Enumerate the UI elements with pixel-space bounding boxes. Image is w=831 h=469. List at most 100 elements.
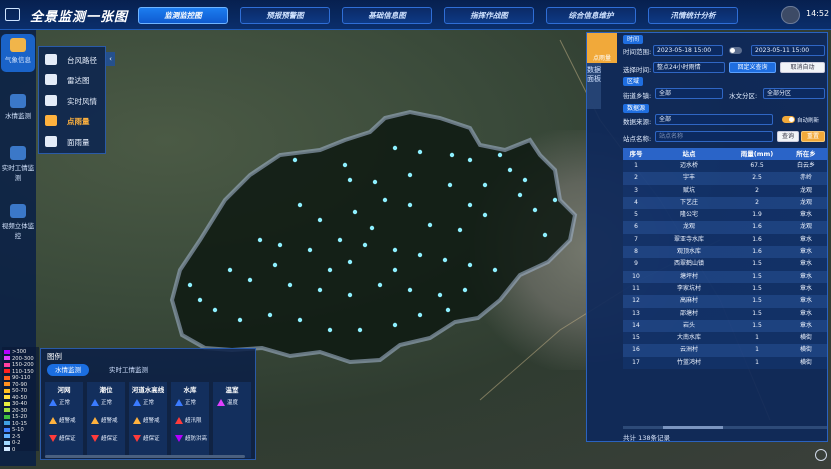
tab-flood-statistics[interactable]: 汛情统计分析 [648, 7, 738, 24]
rain-station-dot[interactable] [287, 282, 293, 288]
table-row[interactable]: 11 李家坑村 1.5 章水 [623, 282, 827, 296]
rain-station-dot[interactable] [372, 179, 378, 185]
home-icon[interactable] [781, 6, 800, 24]
rain-station-dot[interactable] [522, 177, 528, 183]
rain-station-dot[interactable] [497, 152, 503, 158]
sidebar-item-water[interactable]: 水情监测 [1, 90, 35, 128]
rain-station-dot[interactable] [257, 237, 263, 243]
layer-area-rainfall[interactable]: 面雨量 [43, 134, 105, 150]
rain-station-dot[interactable] [352, 209, 358, 215]
rain-station-dot[interactable] [247, 277, 253, 283]
quick-time-select[interactable]: 整点24小时雨情 [653, 62, 725, 73]
legend-item[interactable]: 正常 [45, 394, 83, 412]
rain-station-dot[interactable] [272, 262, 278, 268]
rain-station-dot[interactable] [532, 207, 538, 213]
rain-station-dot[interactable] [297, 202, 303, 208]
rain-station-dot[interactable] [507, 167, 513, 173]
table-row[interactable]: 2 宇丰 2.5 赤岭 [623, 172, 827, 185]
sidebar-item-weather[interactable]: 气象信息 [1, 34, 35, 72]
rain-station-dot[interactable] [437, 292, 443, 298]
query-button[interactable]: 查询 [777, 131, 799, 142]
sidebar-item-engineering[interactable]: 实时工情监测 [1, 142, 35, 190]
table-row[interactable]: 1 迈水桥 67.5 白云乡 [623, 160, 827, 173]
rain-station-dot[interactable] [482, 212, 488, 218]
table-row[interactable]: 7 翠亚寺水库 1.6 章水 [623, 233, 827, 247]
rain-station-dot[interactable] [467, 262, 473, 268]
table-row[interactable]: 3 赋坑 2 龙观 [623, 184, 827, 197]
rain-station-dot[interactable] [377, 282, 383, 288]
legend-item[interactable]: 超保证 [45, 430, 83, 448]
time-range-toggle[interactable] [729, 47, 742, 54]
rain-station-dot[interactable] [297, 317, 303, 323]
rain-station-dot[interactable] [462, 287, 468, 293]
layer-wind[interactable]: 实时风情 [43, 93, 105, 109]
globe-icon[interactable] [815, 449, 827, 461]
rain-station-dot[interactable] [347, 259, 353, 265]
rain-station-dot[interactable] [417, 312, 423, 318]
legend-item[interactable]: 正常 [171, 394, 209, 412]
legend-item[interactable]: 正常 [87, 394, 125, 412]
sidebar-item-video[interactable]: 视频立体监控 [1, 200, 35, 248]
legend-item[interactable]: 超警戒 [87, 412, 125, 430]
table-row[interactable]: 9 西翠鹤山镇 1.5 章水 [623, 258, 827, 271]
rain-station-dot[interactable] [467, 202, 473, 208]
legend-item[interactable]: 超警戒 [129, 412, 167, 430]
rain-station-dot[interactable] [277, 242, 283, 248]
rain-station-dot[interactable] [492, 267, 498, 273]
rain-station-dot[interactable] [392, 247, 398, 253]
table-row[interactable]: 4 下艺庄 2 龙观 [623, 196, 827, 210]
table-row[interactable]: 12 高麻村 1.5 章水 [623, 295, 827, 308]
legend-tab-water[interactable]: 水情监测 [47, 364, 89, 376]
rain-station-dot[interactable] [347, 177, 353, 183]
layer-radar[interactable]: 雷达图 [43, 72, 105, 88]
rain-station-dot[interactable] [542, 232, 548, 238]
data-source-select[interactable]: 全部 [655, 114, 773, 125]
street-select[interactable]: 全部 [655, 88, 723, 99]
rain-station-dot[interactable] [417, 149, 423, 155]
rain-station-dot[interactable] [292, 157, 298, 163]
time-end-input[interactable]: 2023-05-11 15:00 [751, 45, 825, 56]
rain-station-dot[interactable] [357, 327, 363, 333]
time-start-input[interactable]: 2023-05-18 15:00 [653, 45, 723, 56]
auto-refresh-toggle[interactable] [782, 116, 795, 123]
tab-forecast-map[interactable]: 预报预警图 [240, 7, 330, 24]
rain-station-dot[interactable] [337, 237, 343, 243]
rain-station-dot[interactable] [267, 312, 273, 318]
layer-typhoon-path[interactable]: 台风路径 [43, 52, 105, 68]
rain-station-dot[interactable] [227, 267, 233, 273]
table-row[interactable]: 13 邵塘村 1.5 章水 [623, 307, 827, 320]
legend-item[interactable]: 超保证 [129, 430, 167, 448]
panel-tab-point-rainfall[interactable]: 点雨量 [587, 33, 617, 63]
layer-point-rainfall[interactable]: 点雨量 [43, 113, 105, 129]
rain-station-dot[interactable] [347, 292, 353, 298]
rain-station-dot[interactable] [417, 252, 423, 258]
table-row[interactable]: 17 竹蓝鸿村 1 横街 [623, 356, 827, 370]
rain-station-dot[interactable] [382, 197, 388, 203]
legend-item[interactable]: 超警戒 [45, 412, 83, 430]
cancel-auto-button[interactable]: 取消自动 [780, 62, 825, 73]
legend-item[interactable]: 超保证 [87, 430, 125, 448]
table-row[interactable]: 15 大南水库 1 横街 [623, 332, 827, 345]
rain-station-dot[interactable] [362, 242, 368, 248]
rain-station-dot[interactable] [317, 287, 323, 293]
rain-station-dot[interactable] [392, 267, 398, 273]
rain-station-dot[interactable] [442, 257, 448, 263]
legend-item[interactable]: 超防洪高 [171, 430, 209, 448]
rain-station-dot[interactable] [445, 307, 451, 313]
rain-station-dot[interactable] [407, 202, 413, 208]
rain-station-dot[interactable] [342, 162, 348, 168]
rain-station-dot[interactable] [449, 152, 455, 158]
rain-station-dot[interactable] [447, 182, 453, 188]
tab-monitoring-map[interactable]: 监测监控图 [138, 7, 228, 24]
rain-station-dot[interactable] [407, 172, 413, 178]
water-area-select[interactable]: 全部分区 [763, 88, 825, 99]
rain-station-dot[interactable] [517, 192, 523, 198]
rain-station-dot[interactable] [392, 322, 398, 328]
rain-station-dot[interactable] [552, 197, 558, 203]
rain-station-dot[interactable] [237, 317, 243, 323]
legend-scrollbar[interactable] [45, 455, 245, 458]
confirm-query-button[interactable]: 回定义查询 [729, 62, 776, 73]
rain-station-dot[interactable] [327, 267, 333, 273]
table-scrollbar[interactable] [623, 426, 827, 429]
rain-station-dot[interactable] [307, 247, 313, 253]
